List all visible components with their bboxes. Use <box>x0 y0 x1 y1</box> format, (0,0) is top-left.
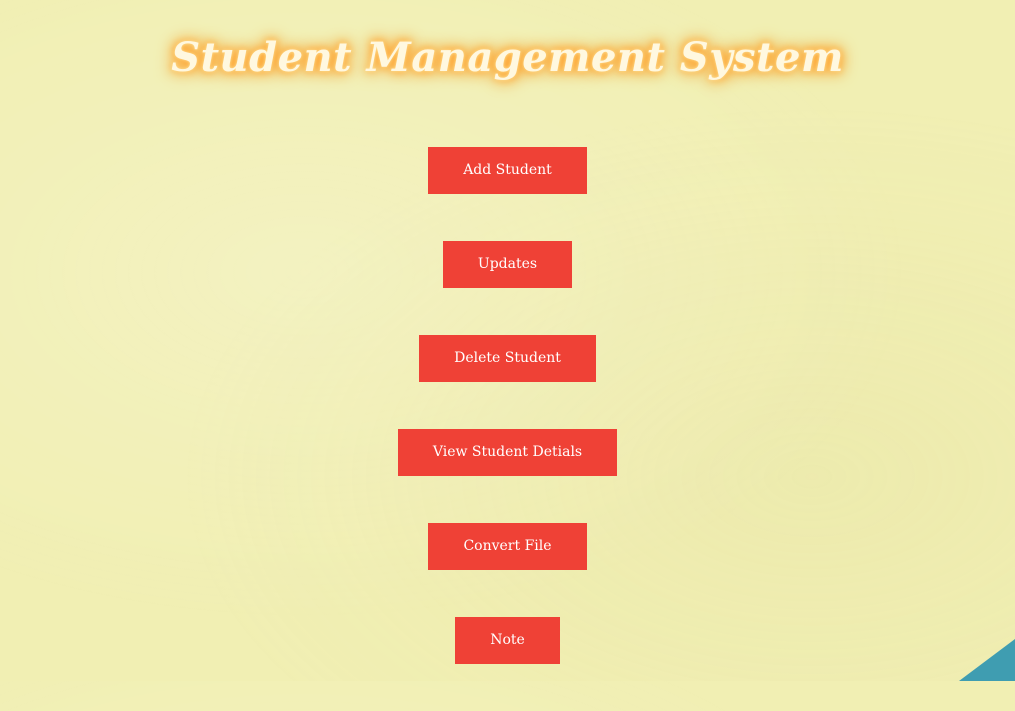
menu-item-delete-student: Delete Student <box>0 335 1015 429</box>
main-menu: Add Student Updates Delete Student View … <box>0 147 1015 711</box>
menu-item-add-student: Add Student <box>0 147 1015 241</box>
convert-file-button[interactable]: Convert File <box>428 523 587 570</box>
menu-item-convert-file: Convert File <box>0 523 1015 617</box>
view-student-details-button[interactable]: View Student Detials <box>397 429 618 476</box>
updates-button[interactable]: Updates <box>442 241 573 288</box>
menu-item-view-student-details: View Student Detials <box>0 429 1015 523</box>
add-student-button[interactable]: Add Student <box>428 147 587 194</box>
note-button[interactable]: Note <box>455 617 560 664</box>
menu-item-note: Note <box>0 617 1015 711</box>
delete-student-button[interactable]: Delete Student <box>419 335 596 382</box>
corner-decoration <box>959 639 1015 681</box>
menu-item-updates: Updates <box>0 241 1015 335</box>
page-title: Student Management System <box>171 34 844 81</box>
